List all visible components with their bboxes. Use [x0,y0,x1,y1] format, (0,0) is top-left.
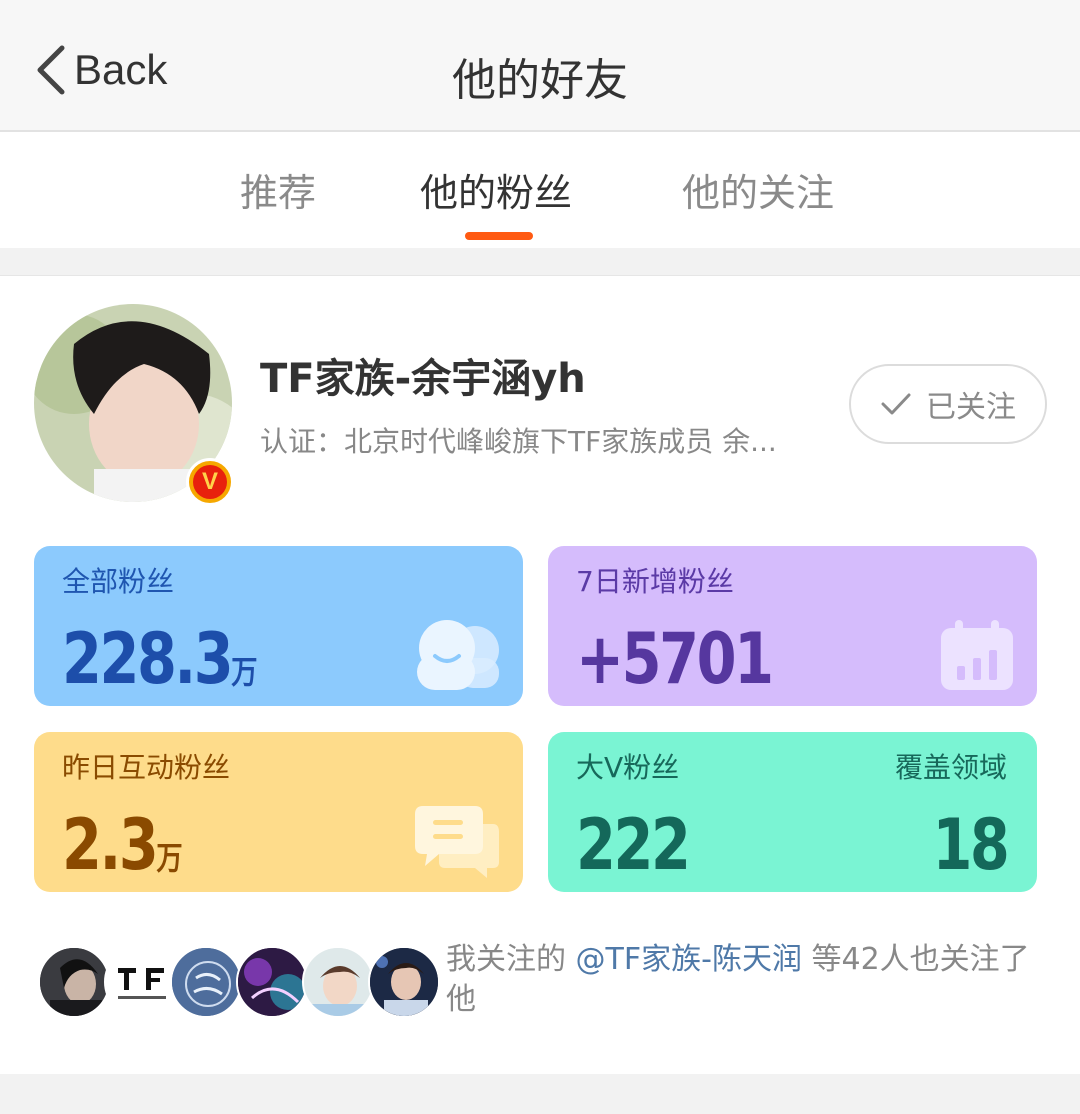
following-label: 已关注 [926,390,1016,425]
following-button[interactable]: 已关注 [849,364,1047,444]
bottom-section-divider [0,1074,1080,1114]
bigv-fans-card[interactable]: 大V粉丝 覆盖领域 222 18 [548,732,1037,892]
mutual-avatar[interactable] [38,946,110,1018]
mutual-avatar[interactable] [170,946,242,1018]
mutual-avatar[interactable] [104,946,176,1018]
verified-v-icon: V [186,458,234,506]
section-divider [0,248,1080,276]
top-nav-bar: Back 他的好友 [0,0,1080,132]
verification-text: 认证：北京时代峰峻旗下TF家族成员 余... [260,425,777,458]
tab-recommended[interactable]: 推荐 [240,162,316,217]
new-fans-7d-label: 7日新增粉丝 [576,565,734,598]
page-title: 他的好友 [452,55,628,106]
chat-bubble-icon [415,806,499,878]
calendar-chart-icon [941,620,1013,690]
checkmark-icon [881,393,911,415]
mutual-follower-avatars[interactable] [38,946,448,1018]
mutual-follow-text: 我关注的 @TF家族-陈天润 等42人也关注了他 [446,940,1046,1020]
bigv-fans-value: 222 [576,804,691,886]
total-fans-label: 全部粉丝 [62,565,175,598]
mutual-avatar[interactable] [368,946,440,1018]
interactive-fans-unit: 万 [156,839,183,877]
mutual-avatar[interactable] [236,946,308,1018]
interactive-fans-card[interactable]: 昨日互动粉丝 2.3万 [34,732,523,892]
mutual-avatar[interactable] [302,946,374,1018]
total-fans-unit: 万 [231,653,258,691]
tab-his-following[interactable]: 他的关注 [682,162,834,217]
mutual-prefix: 我关注的 [446,942,576,977]
coverage-value: 18 [932,804,1009,886]
interactive-fans-value: 2.3万 [62,804,183,886]
interactive-fans-label: 昨日互动粉丝 [62,751,231,784]
tab-bar: 推荐 他的粉丝 他的关注 [0,134,1080,248]
mention-link[interactable]: @TF家族-陈天润 [576,942,802,977]
total-fans-value: 228.3万 [62,618,258,700]
tab-his-fans[interactable]: 他的粉丝 [420,162,572,217]
total-fans-card[interactable]: 全部粉丝 228.3万 [34,546,523,706]
active-tab-indicator [465,232,533,240]
new-fans-7d-value: +5701 [576,618,774,700]
bigv-fans-label: 大V粉丝 [576,751,680,784]
coverage-label: 覆盖领域 [894,751,1007,784]
profile-name[interactable]: TF家族-余宇涵yh [260,346,586,404]
new-fans-7d-card[interactable]: 7日新增粉丝 +5701 [548,546,1037,706]
fans-icon [417,620,499,690]
